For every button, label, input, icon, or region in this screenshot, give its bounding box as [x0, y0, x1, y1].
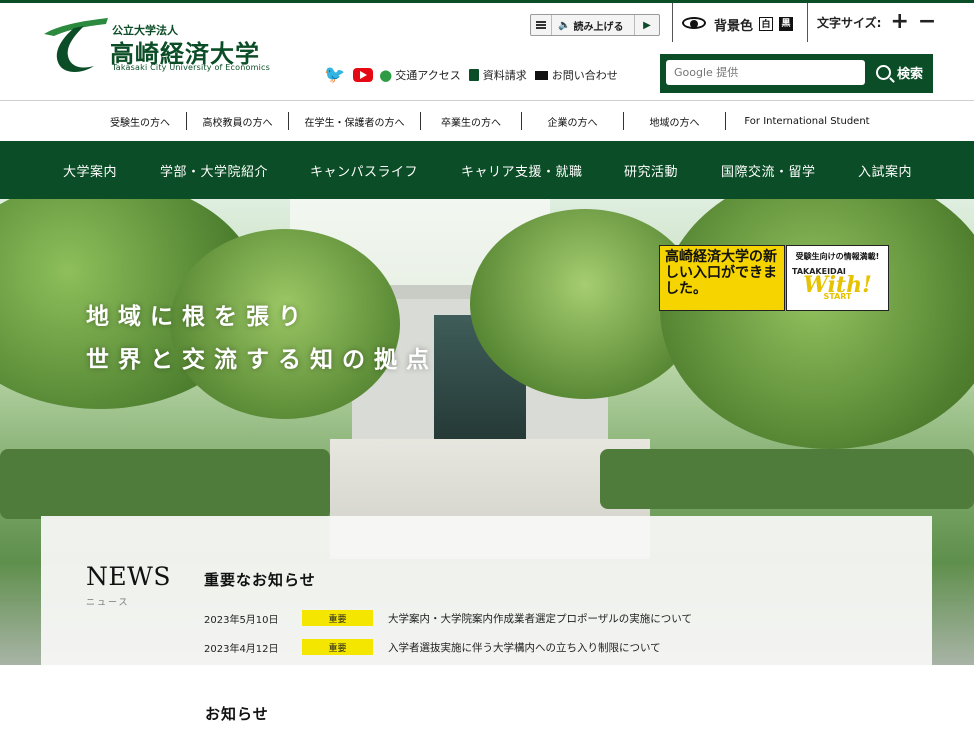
read-aloud-bar[interactable]: 🔈 読み上げる ▶: [530, 14, 660, 36]
banner-new-entrance: 高崎経済大学の新しい入口ができました。: [659, 245, 785, 311]
contact-link[interactable]: お問い合わせ: [534, 67, 618, 83]
bg-color-label: 背景色: [714, 18, 754, 34]
important-notice-heading: 重要なお知らせ: [204, 571, 316, 589]
eye-icon: [682, 17, 708, 31]
audience-item-applicants[interactable]: 受験生の方へ: [94, 110, 186, 132]
bg-white-button[interactable]: 白: [759, 17, 774, 31]
news-link[interactable]: 大学案内・大学院案内作成業者選定プロポーザルの実施について: [388, 611, 692, 626]
hero-hedge: [0, 449, 330, 519]
document-icon: [468, 69, 479, 81]
hero-catchphrase-line1: 地域に根を張り: [86, 304, 310, 330]
hero-catchphrase-line2: 世界と交流する知の拠点: [86, 347, 438, 373]
university-logo[interactable]: 公立大学法人 高崎経済大学 Takasaki City University o…: [40, 12, 270, 78]
search-button[interactable]: 検索: [876, 63, 923, 82]
audience-item-companies[interactable]: 企業の方へ: [522, 110, 623, 132]
news-title: NEWS: [86, 562, 171, 591]
audience-nav: 受験生の方へ 高校教員の方へ 在学生・保護者の方へ 卒業生の方へ 企業の方へ 地…: [0, 110, 974, 132]
news-item[interactable]: 2023年5月10日 重要 大学案内・大学院案内作成業者選定プロポーザルの実施に…: [204, 609, 692, 627]
banner-with-start: 受験生向けの情報満載! TAKAKEIDAI With! START: [786, 245, 889, 311]
gnav-career[interactable]: キャリア支援・就職: [461, 141, 583, 199]
header-divider: [672, 3, 673, 42]
gnav-research[interactable]: 研究活動: [624, 141, 678, 199]
speaker-icon: 🔈: [558, 19, 571, 31]
read-aloud-label: 読み上げる: [573, 21, 624, 33]
hero-hedge: [600, 449, 974, 509]
font-decrease-button[interactable]: −: [918, 11, 936, 33]
search-input[interactable]: [666, 60, 865, 85]
gnav-campus-life[interactable]: キャンパスライフ: [310, 141, 418, 199]
important-badge: 重要: [302, 610, 373, 626]
logo-english-name: Takasaki City University of Economics: [112, 63, 270, 72]
hero-tree: [660, 199, 974, 449]
audience-item-alumni[interactable]: 卒業生の方へ: [421, 110, 521, 132]
gnav-admissions[interactable]: 入試案内: [858, 141, 912, 199]
audience-item-international[interactable]: For International Student: [726, 110, 888, 132]
takakeidai-with-banner[interactable]: 高崎経済大学の新しい入口ができました。 受験生向けの情報満載! TAKAKEID…: [659, 245, 889, 311]
font-size-label: 文字サイズ:: [817, 15, 882, 30]
youtube-icon[interactable]: [353, 68, 374, 82]
mail-icon: [534, 70, 548, 80]
background-color-control: 背景色 白 黒: [682, 13, 794, 35]
news-date: 2023年5月10日: [204, 614, 279, 626]
read-aloud-menu-icon[interactable]: [531, 15, 552, 35]
banner-start: START: [823, 292, 852, 301]
audience-item-community[interactable]: 地域の方へ: [624, 110, 725, 132]
access-link[interactable]: ● 交通アクセス: [379, 66, 461, 84]
brochure-link-label: 資料請求: [482, 69, 527, 82]
twitter-icon[interactable]: 🐦: [324, 65, 345, 85]
gnav-faculties[interactable]: 学部・大学院紹介: [160, 141, 268, 199]
global-nav: 大学案内 学部・大学院紹介 キャンパスライフ キャリア支援・就職 研究活動 国際…: [0, 141, 974, 199]
header-rule: [0, 100, 974, 101]
top-accent-line: [0, 0, 974, 3]
gnav-about[interactable]: 大学案内: [63, 141, 117, 199]
notice-heading: お知らせ: [205, 705, 269, 723]
audience-item-students-parents[interactable]: 在学生・保護者の方へ: [289, 110, 420, 132]
access-link-label: 交通アクセス: [395, 69, 461, 82]
banner-tagline: 受験生向けの情報満載!: [795, 252, 880, 261]
site-search: 検索: [660, 54, 933, 93]
news-panel: NEWS ニュース 重要なお知らせ 2023年5月10日 重要 大学案内・大学院…: [41, 516, 932, 665]
news-link[interactable]: 入学者選抜実施に伴う大学構内への立ち入り制限について: [388, 640, 661, 655]
logo-mark-icon: [44, 18, 108, 72]
news-item[interactable]: 2023年4月12日 重要 入学者選抜実施に伴う大学構内への立ち入り制限について: [204, 638, 661, 656]
search-icon: [876, 65, 891, 80]
bg-black-button[interactable]: 黒: [779, 17, 794, 31]
map-pin-icon: ●: [379, 66, 393, 84]
hero-image: 地域に根を張り 世界と交流する知の拠点 高崎経済大学の新しい入口ができました。 …: [0, 199, 974, 665]
search-button-label: 検索: [897, 67, 924, 82]
font-increase-button[interactable]: +: [890, 11, 908, 33]
news-subtitle: ニュース: [86, 598, 130, 608]
header-divider: [807, 3, 808, 42]
header-links: 🐦 ● 交通アクセス 資料請求 お問い合わせ: [324, 65, 626, 85]
contact-link-label: お問い合わせ: [551, 69, 618, 82]
news-date: 2023年4月12日: [204, 643, 279, 655]
play-icon[interactable]: ▶: [634, 15, 659, 35]
gnav-international[interactable]: 国際交流・留学: [721, 141, 816, 199]
brochure-link[interactable]: 資料請求: [468, 67, 527, 83]
audience-item-hs-teachers[interactable]: 高校教員の方へ: [187, 110, 288, 132]
important-badge: 重要: [302, 639, 373, 655]
font-size-control: 文字サイズ: + −: [817, 11, 936, 33]
